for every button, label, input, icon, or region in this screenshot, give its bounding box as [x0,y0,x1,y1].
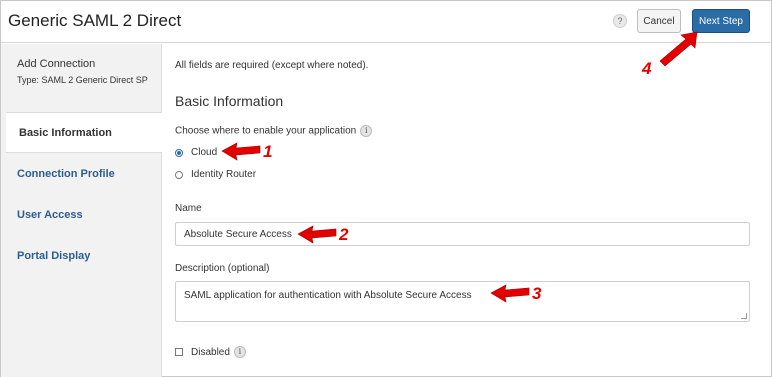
cloud-radio[interactable] [175,148,183,157]
main-form: All fields are required (except where no… [163,44,771,377]
disabled-label: Disabled [191,346,230,358]
name-label: Name [175,203,202,214]
required-note: All fields are required (except where no… [175,60,369,71]
page-header: Generic SAML 2 Direct ? Cancel Next Step [1,1,771,43]
help-icon[interactable]: ? [613,14,627,28]
option-cloud[interactable]: Cloud [175,147,217,158]
page-title: Generic SAML 2 Direct [8,11,182,30]
enable-location-text: Choose where to enable your application [175,125,357,137]
description-label: Description (optional) [175,263,270,274]
name-field[interactable]: Absolute Secure Access [175,222,750,246]
sidebar-item-connection-profile[interactable]: Connection Profile [1,153,161,194]
sidebar-item-portal-display[interactable]: Portal Display [1,235,161,276]
next-step-button[interactable]: Next Step [692,9,750,33]
disabled-option[interactable]: Disabled i [175,346,246,358]
cancel-button[interactable]: Cancel [637,9,681,33]
identity-router-radio[interactable] [175,170,183,179]
sidebar-item-user-access[interactable]: User Access [1,194,161,235]
info-icon[interactable]: i [233,346,246,358]
description-value: SAML application for authentication with… [184,290,472,301]
identity-router-label: Identity Router [191,169,257,180]
cloud-label: Cloud [191,147,218,158]
sidebar-title: Add Connection [17,58,96,70]
sidebar-item-basic-information[interactable]: Basic Information [6,112,162,153]
app-window: Generic SAML 2 Direct ? Cancel Next Step… [0,0,772,377]
resize-handle-icon[interactable] [741,313,747,319]
connection-type: Type: SAML 2 Generic Direct SP [17,75,148,85]
sidebar-header: Add Connection Type: SAML 2 Generic Dire… [1,44,161,112]
description-field[interactable]: SAML application for authentication with… [175,281,750,322]
info-icon[interactable]: i [360,125,373,137]
disabled-checkbox[interactable] [175,348,183,356]
sidebar: Add Connection Type: SAML 2 Generic Dire… [1,44,162,377]
enable-location-label: Choose where to enable your application i [175,125,373,137]
option-identity-router[interactable]: Identity Router [175,169,256,180]
section-title: Basic Information [175,93,284,109]
